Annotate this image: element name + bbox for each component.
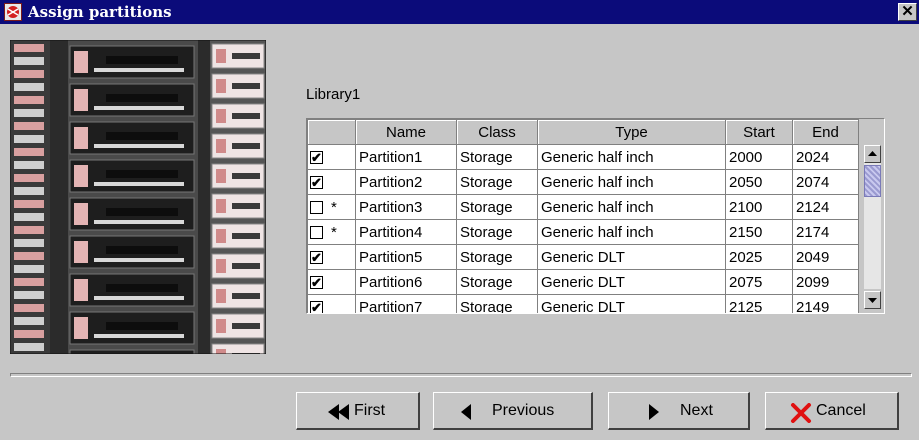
row-checkbox[interactable]: ✔ [310, 276, 323, 290]
scroll-thumb[interactable] [864, 165, 881, 197]
col-header-start[interactable]: Start [725, 119, 793, 145]
row-star: * [331, 198, 337, 216]
left-triangle-icon [461, 404, 471, 420]
down-arrow-icon [868, 298, 877, 303]
col-header-select[interactable] [307, 119, 356, 145]
previous-button[interactable]: Previous [433, 392, 593, 430]
app-logo-icon [4, 3, 22, 21]
cell-end: 2024 [792, 144, 859, 170]
cell-start: 2125 [725, 294, 793, 313]
cell-end: 2174 [792, 219, 859, 245]
library-label: Library1 [306, 86, 361, 103]
cell-start: 2150 [725, 219, 793, 245]
cell-end: 2149 [792, 294, 859, 313]
cell-class: Storage [456, 244, 538, 270]
row-checkbox[interactable]: ✔ [310, 301, 323, 313]
cell-class: Storage [456, 294, 538, 313]
cell-end: 2124 [792, 194, 859, 220]
previous-button-label: Previous [492, 402, 555, 419]
cell-name: Partition1 [355, 144, 457, 170]
cell-name: Partition4 [355, 219, 457, 245]
row-checkbox[interactable]: ✔ [310, 251, 323, 265]
cell-start: 2025 [725, 244, 793, 270]
cell-class: Storage [456, 144, 538, 170]
vertical-scrollbar[interactable] [860, 119, 884, 313]
cell-type: Generic DLT [537, 294, 726, 313]
cancel-button-label: Cancel [816, 402, 866, 419]
title-bar[interactable]: Assign partitions ✕ [0, 0, 919, 24]
cell-name: Partition5 [355, 244, 457, 270]
double-left-arrow-icon [328, 404, 349, 420]
cell-start: 2000 [725, 144, 793, 170]
row-star: * [331, 223, 337, 241]
cell-type: Generic DLT [537, 269, 726, 295]
window-title: Assign partitions [28, 3, 172, 21]
cell-name: Partition3 [355, 194, 457, 220]
col-header-end[interactable]: End [792, 119, 859, 145]
col-header-name[interactable]: Name [355, 119, 457, 145]
table-row[interactable]: ✔ Partition5 Storage Generic DLT 2025 2049 [307, 244, 859, 270]
cell-type: Generic half inch [537, 144, 726, 170]
cell-class: Storage [456, 194, 538, 220]
cell-type: Generic half inch [537, 169, 726, 195]
cell-class: Storage [456, 269, 538, 295]
row-checkbox[interactable]: ✔ [310, 151, 323, 165]
cell-class: Storage [456, 169, 538, 195]
scroll-down-button[interactable] [864, 291, 881, 309]
cell-end: 2099 [792, 269, 859, 295]
up-arrow-icon [868, 151, 877, 156]
right-triangle-icon [649, 404, 659, 420]
partitions-table[interactable]: Name Class Type Start End ✔ Partition1 Sto… [306, 118, 885, 314]
row-checkbox[interactable]: ✔ [310, 176, 323, 190]
close-icon: ✕ [901, 3, 914, 20]
table-row[interactable]: ✔ Partition1 Storage Generic half inch 2000 2… [307, 144, 859, 170]
cell-type: Generic DLT [537, 244, 726, 270]
cell-type: Generic half inch [537, 194, 726, 220]
col-header-type[interactable]: Type [537, 119, 726, 145]
next-button[interactable]: Next [608, 392, 750, 430]
next-button-label: Next [680, 402, 713, 419]
cell-type: Generic half inch [537, 219, 726, 245]
red-x-icon [791, 403, 811, 423]
separator [10, 373, 912, 377]
server-rack-image [10, 40, 266, 354]
cell-end: 2074 [792, 169, 859, 195]
table-header-row: Name Class Type Start End [307, 119, 859, 145]
cell-end: 2049 [792, 244, 859, 270]
first-button-label: First [354, 402, 386, 419]
table-row[interactable]: ✔ Partition7 Storage Generic DLT 2125 2149 [307, 294, 859, 313]
scroll-up-button[interactable] [864, 145, 881, 163]
close-button[interactable]: ✕ [898, 3, 917, 21]
table-row[interactable]: * Partition4 Storage Generic half inch 2150 2… [307, 219, 859, 245]
cell-start: 2050 [725, 169, 793, 195]
row-checkbox[interactable] [310, 200, 323, 214]
cell-name: Partition2 [355, 169, 457, 195]
first-button[interactable]: First [296, 392, 420, 430]
cell-name: Partition7 [355, 294, 457, 313]
col-header-class[interactable]: Class [456, 119, 538, 145]
cancel-button[interactable]: Cancel [765, 392, 899, 430]
cell-start: 2100 [725, 194, 793, 220]
table-row[interactable]: ✔ Partition6 Storage Generic DLT 2075 2099 [307, 269, 859, 295]
cell-start: 2075 [725, 269, 793, 295]
cell-name: Partition6 [355, 269, 457, 295]
cell-class: Storage [456, 219, 538, 245]
table-row[interactable]: ✔ Partition2 Storage Generic half inch 2050 2… [307, 169, 859, 195]
row-checkbox[interactable] [310, 225, 323, 239]
table-row[interactable]: * Partition3 Storage Generic half inch 2100 2… [307, 194, 859, 220]
